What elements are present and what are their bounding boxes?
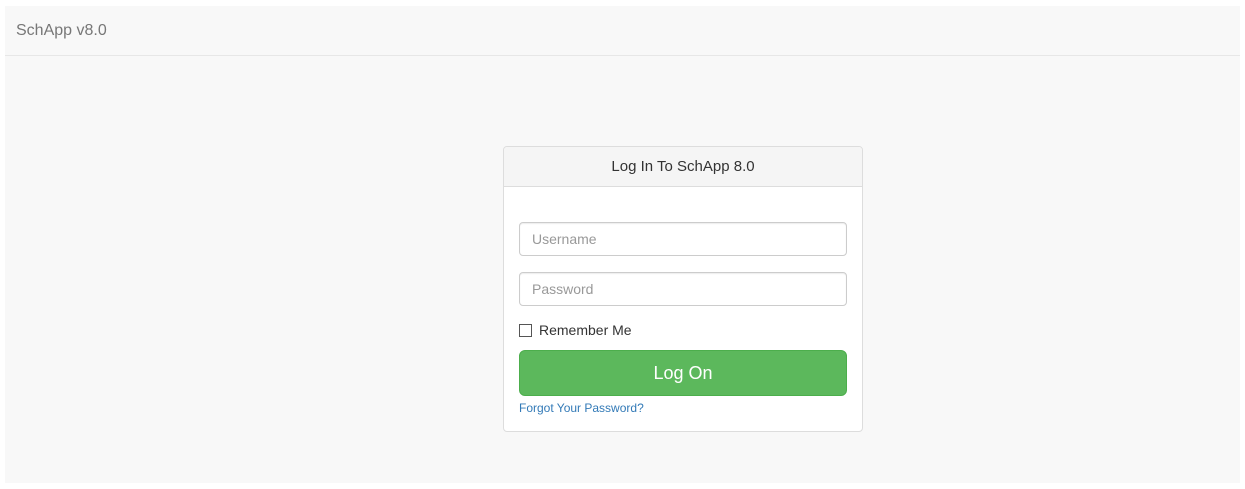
input-spacer bbox=[519, 256, 847, 272]
forgot-password-link[interactable]: Forgot Your Password? bbox=[519, 401, 644, 415]
login-title: Log In To SchApp 8.0 bbox=[611, 158, 755, 175]
login-panel-heading: Log In To SchApp 8.0 bbox=[504, 147, 862, 187]
remember-me-label[interactable]: Remember Me bbox=[539, 322, 632, 338]
log-on-button[interactable]: Log On bbox=[519, 350, 847, 396]
login-panel: Log In To SchApp 8.0 Remember Me Log On … bbox=[503, 146, 863, 432]
remember-me-checkbox[interactable] bbox=[519, 323, 532, 337]
page-container: SchApp v8.0 Log In To SchApp 8.0 Remembe… bbox=[5, 6, 1240, 483]
password-input[interactable] bbox=[519, 272, 847, 306]
login-form: Remember Me Log On Forgot Your Password? bbox=[504, 187, 862, 432]
brand-link[interactable]: SchApp v8.0 bbox=[16, 22, 107, 40]
username-input[interactable] bbox=[519, 222, 847, 256]
navbar: SchApp v8.0 bbox=[5, 6, 1240, 56]
remember-me-row: Remember Me bbox=[519, 322, 847, 338]
